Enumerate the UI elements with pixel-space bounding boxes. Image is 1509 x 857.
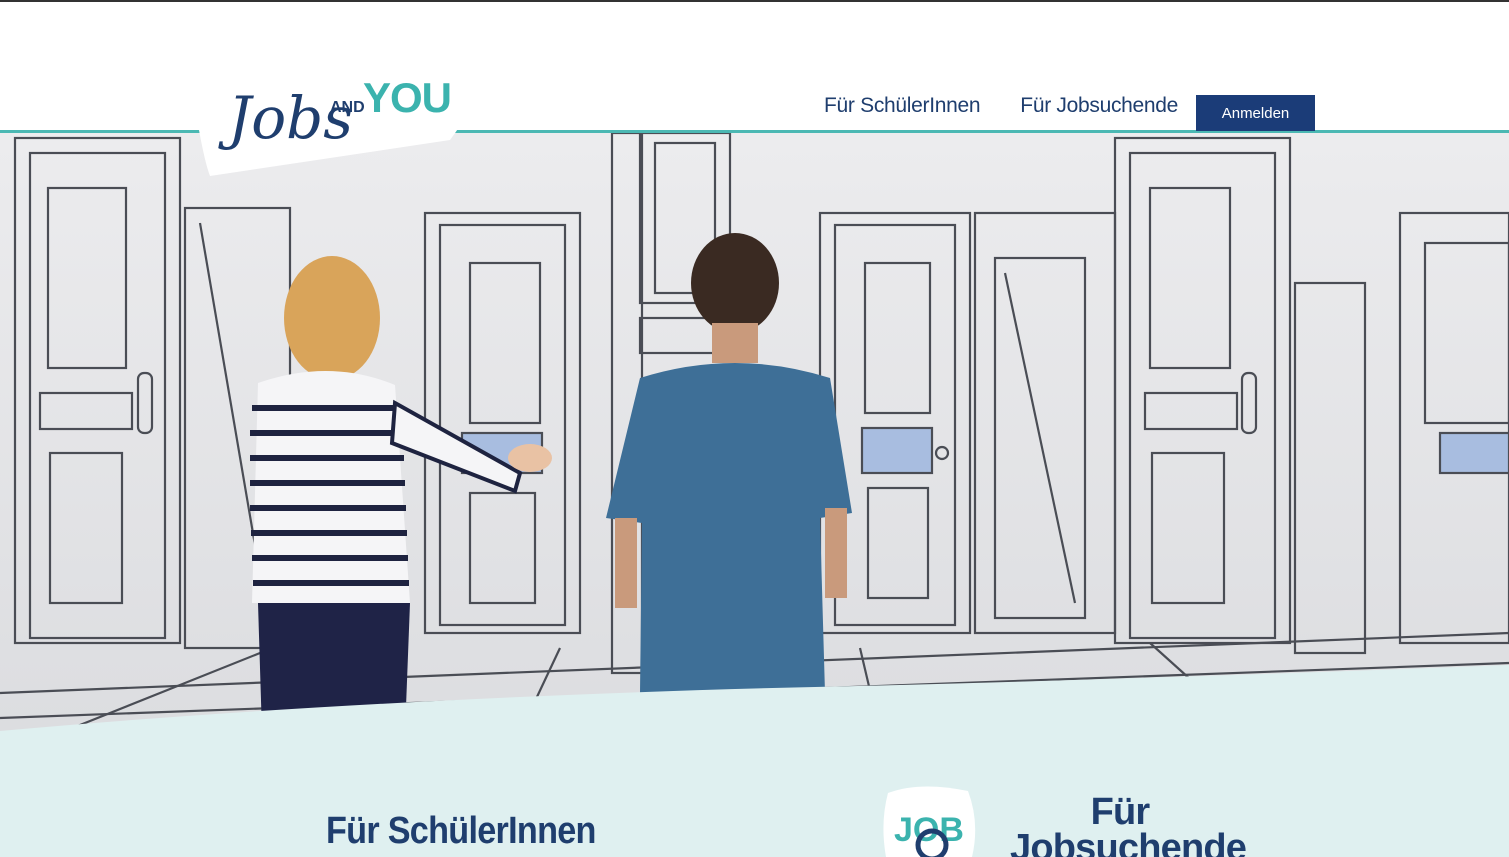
- logo-jobs-text: Jobs: [218, 84, 353, 152]
- nav-link-students[interactable]: Für SchülerInnen: [824, 94, 981, 118]
- main-nav: Für SchülerInnen Für Jobsuchende: [824, 94, 1178, 118]
- hero-image: [0, 133, 1509, 733]
- hero-illustration: [0, 133, 1509, 733]
- logo-and-text: AND: [330, 99, 365, 116]
- site-logo[interactable]: Jobs AND YOU: [180, 40, 510, 180]
- login-button[interactable]: Anmelden: [1196, 95, 1315, 131]
- nav-link-jobseekers[interactable]: Für Jobsuchende: [1020, 94, 1178, 118]
- students-section-title: Für SchülerInnen: [326, 810, 596, 852]
- jobseekers-section-title: Für Jobsuchende: [1010, 791, 1247, 857]
- wave-background: [0, 665, 1509, 857]
- job-search-icon: JOB: [880, 783, 980, 857]
- lower-section: [0, 665, 1509, 857]
- logo-you-text: YOU: [363, 74, 451, 121]
